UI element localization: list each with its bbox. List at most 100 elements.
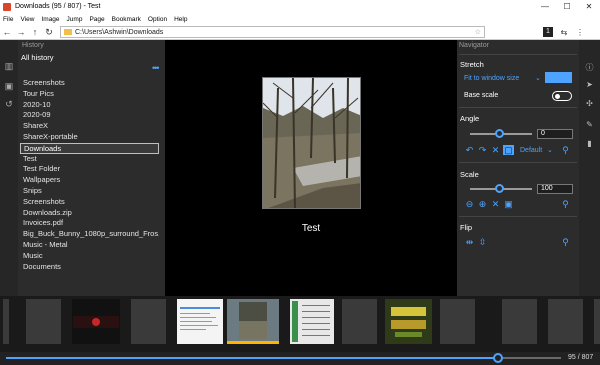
history-item[interactable]: Tour Pics — [20, 89, 159, 100]
all-history-label[interactable]: All history — [21, 53, 54, 62]
close-button[interactable]: ✕ — [578, 2, 600, 11]
chevron-down-icon[interactable]: ⌄ — [535, 74, 541, 82]
fit-icon[interactable]: ▣ — [503, 199, 514, 209]
angle-slider-knob[interactable] — [495, 129, 504, 138]
tools-icon[interactable]: ✎ — [584, 120, 595, 129]
minimize-button[interactable]: — — [534, 2, 556, 11]
thumbnail[interactable] — [385, 299, 432, 344]
thumbnail[interactable] — [342, 299, 377, 344]
scale-slider-knob[interactable] — [495, 184, 504, 193]
address-toolbar: ← → ↑ ↻ C:\Users\Ashwin\Downloads ☆ 1 ⇆ … — [0, 25, 600, 40]
thumbnail[interactable] — [594, 299, 600, 344]
history-item[interactable]: 2020-10 — [20, 100, 159, 111]
menu-image[interactable]: Image — [41, 16, 59, 23]
more-options-icon[interactable]: ••• — [152, 63, 160, 73]
pin-icon[interactable]: ⚲ — [560, 145, 571, 155]
right-sidebar: ⓘ ➤ ✣ ✎ ▮ — [579, 40, 600, 296]
swap-icon[interactable]: ⇆ — [556, 28, 572, 37]
menu-file[interactable]: File — [3, 16, 13, 23]
thumbnail[interactable] — [72, 299, 120, 344]
angle-default-select[interactable]: Default — [520, 147, 542, 154]
base-scale-label: Base scale — [464, 92, 499, 99]
menu-view[interactable]: View — [20, 16, 34, 23]
reset-icon[interactable]: ✕ — [490, 199, 501, 209]
flip-title: Flip — [460, 223, 473, 232]
flip-horizontal-icon[interactable]: ⇹ — [464, 237, 475, 247]
crop-icon[interactable]: ▢ — [503, 145, 514, 155]
zoom-in-icon[interactable]: ⊕ — [477, 199, 488, 209]
history-item[interactable]: 2020-09 — [20, 110, 159, 121]
thumbnail[interactable] — [290, 299, 334, 344]
reset-icon[interactable]: ✕ — [490, 145, 501, 155]
more-icon[interactable]: ⋮ — [572, 28, 588, 37]
thumbnail[interactable] — [177, 299, 223, 344]
fit-mode-button[interactable] — [545, 72, 572, 83]
history-item[interactable]: Test Folder — [20, 164, 159, 175]
history-item[interactable]: Screenshots — [20, 78, 159, 89]
history-icon[interactable]: ↺ — [4, 99, 14, 110]
history-item[interactable]: Documents — [20, 262, 159, 273]
refresh-button[interactable]: ↻ — [42, 27, 56, 38]
divider — [459, 54, 577, 55]
chevron-down-icon[interactable]: ⌄ — [547, 146, 553, 154]
page-one-button[interactable]: 1 — [543, 27, 553, 37]
base-scale-toggle[interactable] — [552, 91, 572, 101]
star-icon[interactable]: ☆ — [475, 28, 481, 36]
history-item[interactable]: Test — [20, 154, 159, 165]
maximize-button[interactable]: ☐ — [556, 2, 578, 11]
menu-help[interactable]: Help — [174, 16, 187, 23]
history-item[interactable]: Music — [20, 251, 159, 262]
thumbnail[interactable] — [26, 299, 61, 344]
history-item[interactable]: Invoices.pdf — [20, 218, 159, 229]
menu-page[interactable]: Page — [89, 16, 104, 23]
history-item[interactable]: ShareX-portable — [20, 132, 159, 143]
history-item[interactable]: Music - Metal — [20, 240, 159, 251]
bookmark-icon[interactable]: ▮ — [584, 139, 595, 148]
app-icon — [3, 2, 11, 11]
menu-option[interactable]: Option — [148, 16, 167, 23]
thumbnail[interactable] — [548, 299, 583, 344]
page-slider-progress — [6, 357, 496, 359]
menu-bookmark[interactable]: Bookmark — [112, 16, 141, 23]
history-header: History — [22, 42, 44, 49]
page-slider-knob[interactable] — [493, 353, 503, 363]
thumbnail[interactable] — [440, 299, 475, 344]
folder-icon — [64, 29, 72, 35]
flip-vertical-icon[interactable]: ⇳ — [477, 237, 488, 247]
history-item[interactable]: Wallpapers — [20, 175, 159, 186]
address-input[interactable]: C:\Users\Ashwin\Downloads ☆ — [60, 26, 485, 38]
menu-bar: File View Image Jump Page Bookmark Optio… — [0, 13, 600, 25]
pin-icon[interactable]: ⚲ — [560, 199, 571, 209]
up-button[interactable]: ↑ — [28, 27, 42, 37]
rotate-left-icon[interactable]: ↶ — [464, 145, 475, 155]
zoom-out-icon[interactable]: ⊖ — [464, 199, 475, 209]
history-item[interactable]: Snips — [20, 186, 159, 197]
thumbnail[interactable] — [131, 299, 166, 344]
back-button[interactable]: ← — [0, 27, 14, 37]
thumbnail[interactable] — [502, 299, 537, 344]
library-icon[interactable]: ▥ — [4, 61, 14, 72]
navigate-icon[interactable]: ➤ — [584, 80, 595, 89]
image-viewer[interactable]: Test — [165, 40, 457, 296]
info-icon[interactable]: ⓘ — [584, 62, 595, 73]
divider — [459, 216, 577, 217]
history-item[interactable]: Downloads — [20, 142, 159, 154]
history-item[interactable]: Big_Buck_Bunny_1080p_surround_Fros... — [20, 229, 159, 240]
history-item[interactable]: ShareX — [20, 121, 159, 132]
left-sidebar: ▥ ▣ ↺ — [0, 40, 18, 296]
pin-icon[interactable]: ⚲ — [560, 237, 571, 247]
stretch-mode-select[interactable]: Fit to window size — [464, 75, 519, 82]
images-icon[interactable]: ▣ — [4, 81, 14, 92]
scale-title: Scale — [460, 170, 479, 179]
angle-input[interactable]: 0 — [537, 129, 573, 139]
history-item[interactable]: Downloads.zip — [20, 208, 159, 219]
forward-button[interactable]: → — [14, 27, 28, 37]
rotate-right-icon[interactable]: ↷ — [477, 145, 488, 155]
history-item[interactable]: Screenshots — [20, 197, 159, 208]
menu-jump[interactable]: Jump — [67, 16, 83, 23]
window-title: Downloads (95 / 807) - Test — [15, 3, 101, 10]
thumbnail[interactable] — [3, 299, 9, 344]
scale-input[interactable]: 100 — [537, 184, 573, 194]
thumbnail-selected[interactable] — [227, 299, 279, 344]
color-picker-icon[interactable]: ✣ — [584, 99, 595, 108]
